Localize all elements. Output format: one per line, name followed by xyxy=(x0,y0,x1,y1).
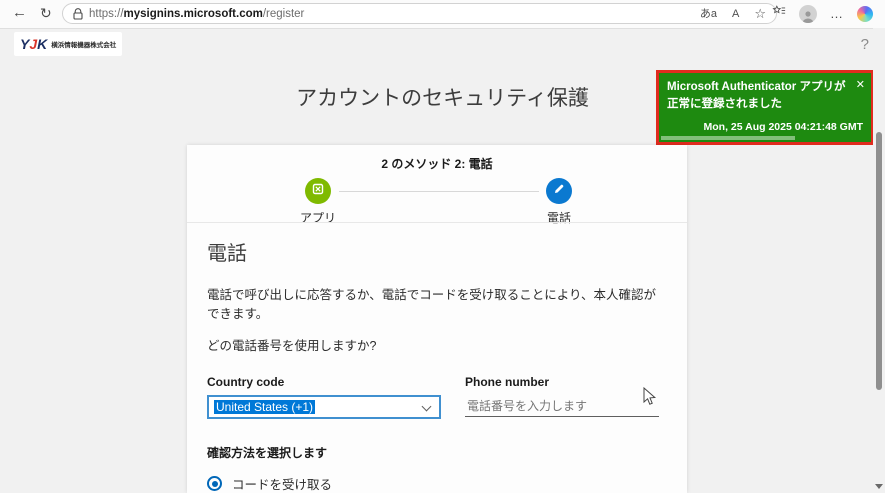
method-select-label: 確認方法を選択します xyxy=(207,446,328,460)
refresh-icon[interactable]: ↻ xyxy=(40,4,52,22)
section-heading: 電話 xyxy=(207,243,247,265)
url-path: /register xyxy=(262,7,305,20)
country-code-select[interactable]: United States (+1) xyxy=(207,395,441,419)
card-body: 電話 電話で呼び出しに応答するか、電話でコードを受け取ることにより、本人確認がで… xyxy=(207,223,659,493)
option-receive-code-label: コードを受け取る xyxy=(232,478,333,492)
collections-icon[interactable] xyxy=(772,4,786,23)
copilot-icon[interactable] xyxy=(857,5,873,22)
read-aloud-icon[interactable]: A xyxy=(732,7,739,21)
browser-toolbar: ← ↻ https://mysignins.microsoft.com/regi… xyxy=(0,0,885,29)
scrollbar-thumb[interactable] xyxy=(876,132,882,390)
screen: ← ↻ https://mysignins.microsoft.com/regi… xyxy=(0,0,885,493)
step-header: 2 のメソッド 2: 電話 xyxy=(381,157,493,171)
phone-number-label: Phone number xyxy=(465,375,550,389)
country-code-label: Country code xyxy=(207,375,285,389)
toast-progress-bar xyxy=(661,136,795,140)
pencil-icon xyxy=(553,182,565,200)
scrollbar-down-arrow-icon[interactable] xyxy=(875,484,883,489)
app-check-icon xyxy=(312,182,324,200)
lock-icon xyxy=(73,7,83,20)
registration-card: 2 のメソッド 2: 電話 アプリ 電話 電話 電話で呼び出しに応答するか、電話… xyxy=(187,145,687,493)
phone-form-row: Country code United States (+1) Phone nu… xyxy=(207,375,659,419)
chevron-down-icon xyxy=(421,401,432,412)
country-code-value: United States (+1) xyxy=(214,400,316,414)
step-app xyxy=(305,178,331,204)
url-host: mysignins.microsoft.com xyxy=(123,7,263,20)
favorite-star-icon[interactable]: ☆ xyxy=(754,6,766,21)
section-description: 電話で呼び出しに応答するか、電話でコードを受け取ることにより、本人確認ができます… xyxy=(207,288,657,321)
profile-avatar[interactable] xyxy=(799,4,817,23)
settings-menu-icon[interactable]: … xyxy=(830,6,844,21)
vertical-scrollbar[interactable] xyxy=(873,28,885,493)
url-text: https://mysignins.microsoft.com/register xyxy=(89,8,304,20)
close-icon[interactable]: ✕ xyxy=(856,78,865,91)
translate-icon[interactable]: あa xyxy=(700,7,717,21)
toast-notification: Microsoft Authenticator アプリが正常に登録されました ✕… xyxy=(656,70,874,145)
toast-message: Microsoft Authenticator アプリが正常に登録されました xyxy=(667,81,846,111)
url-scheme: https:// xyxy=(89,7,124,20)
logo-letters: YJK xyxy=(20,36,48,52)
address-bar[interactable]: https://mysignins.microsoft.com/register… xyxy=(62,3,777,24)
step-phone xyxy=(546,178,572,204)
company-name: 横浜情報機器株式会社 xyxy=(51,42,117,49)
company-logo: YJK 横浜情報機器株式会社 xyxy=(14,32,123,56)
phone-question: どの電話番号を使用しますか? xyxy=(207,339,377,353)
phone-number-input[interactable] xyxy=(465,396,659,417)
step-indicator: アプリ 電話 xyxy=(187,176,687,225)
step-connector-line xyxy=(339,191,539,192)
help-icon[interactable]: ? xyxy=(861,36,869,53)
back-icon[interactable]: ← xyxy=(12,4,27,22)
radio-selected-icon[interactable] xyxy=(207,476,222,491)
option-receive-code[interactable]: コードを受け取る xyxy=(207,474,659,493)
toast-timestamp: Mon, 25 Aug 2025 04:21:48 GMT xyxy=(703,121,864,133)
